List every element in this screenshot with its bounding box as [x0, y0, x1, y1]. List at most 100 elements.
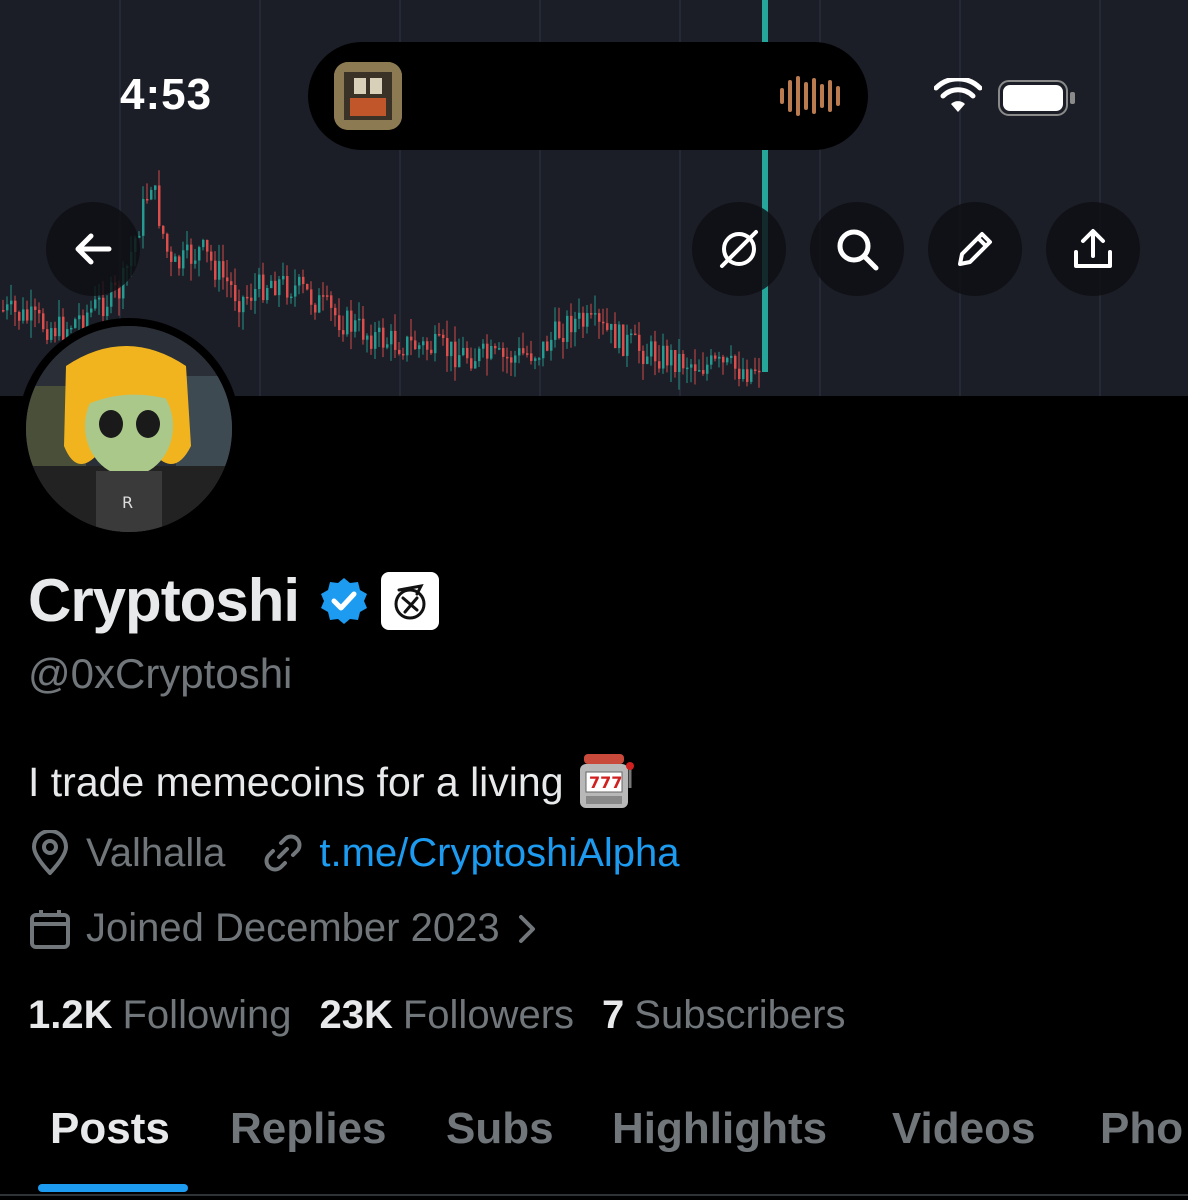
- profile-joined-row[interactable]: Joined December 2023: [28, 906, 538, 951]
- stat-following[interactable]: 1.2K Following: [28, 993, 291, 1038]
- tab-replies[interactable]: Replies: [230, 1104, 387, 1154]
- banner-candle-body: [378, 327, 381, 333]
- banner-candle-body: [34, 306, 37, 310]
- banner-candle-body: [314, 304, 317, 313]
- profile-name-row: Cryptoshi: [28, 566, 440, 635]
- banner-candle-body: [734, 355, 737, 369]
- banner-candle-body: [630, 333, 633, 336]
- stat-subscribers[interactable]: 7 Subscribers: [602, 993, 845, 1038]
- banner-candle-body: [14, 300, 17, 312]
- share-button[interactable]: [1046, 202, 1140, 296]
- grok-icon: [720, 230, 758, 268]
- profile-avatar[interactable]: R: [18, 318, 240, 540]
- banner-candle-body: [54, 328, 57, 337]
- tab-subs[interactable]: Subs: [446, 1104, 554, 1154]
- banner-candle-body: [10, 300, 13, 305]
- banner-candle-body: [466, 347, 469, 359]
- banner-candle-body: [538, 358, 541, 360]
- banner-candle-body: [590, 313, 593, 315]
- banner-candle-body: [582, 312, 585, 327]
- banner-candle-body: [750, 369, 753, 382]
- banner-candle-body: [434, 334, 437, 354]
- profile-location: Valhalla: [86, 830, 226, 875]
- affiliation-badge-icon[interactable]: [381, 571, 440, 630]
- banner-candle-body: [514, 355, 517, 363]
- banner-candle-body: [334, 307, 337, 316]
- banner-candle-body: [94, 299, 97, 309]
- banner-candle-body: [602, 321, 605, 324]
- banner-candle-body: [354, 320, 357, 332]
- banner-candle-body: [338, 315, 341, 331]
- banner-candle-body: [614, 324, 617, 349]
- banner-candle-body: [458, 355, 461, 368]
- banner-candle-body: [18, 311, 21, 321]
- stat-followers[interactable]: 23K Followers: [319, 993, 574, 1038]
- banner-candle-body: [218, 261, 221, 280]
- grok-button[interactable]: [692, 202, 786, 296]
- banner-candle-body: [670, 349, 673, 366]
- banner-candle-body: [306, 284, 309, 290]
- tab-highlights[interactable]: Highlights: [612, 1104, 827, 1154]
- banner-candle-body: [250, 297, 253, 301]
- banner-candle-body: [158, 185, 161, 226]
- banner-candle-body: [690, 364, 693, 368]
- banner-candle-body: [210, 251, 213, 261]
- arrow-left-icon: [75, 233, 112, 265]
- banner-candle-body: [494, 346, 497, 349]
- banner-candle-body: [258, 274, 261, 289]
- banner-candle-body: [330, 295, 333, 308]
- tab-posts[interactable]: Posts: [50, 1104, 170, 1154]
- tab-videos[interactable]: Videos: [892, 1104, 1035, 1154]
- banner-candle-body: [70, 327, 73, 330]
- search-button[interactable]: [810, 202, 904, 296]
- banner-candle-body: [726, 357, 729, 363]
- banner-candle-body: [394, 330, 397, 350]
- status-bar: 4:53: [0, 0, 1188, 150]
- profile-bio: I trade memecoins for a living 777: [28, 752, 636, 812]
- banner-candle-body: [346, 310, 349, 335]
- banner-candle-body: [298, 276, 301, 286]
- banner-candle-body: [706, 364, 709, 374]
- back-button[interactable]: [46, 202, 140, 296]
- banner-candle-body: [642, 350, 645, 364]
- bio-text: I trade memecoins for a living: [28, 758, 564, 805]
- banner-candle-body: [550, 339, 553, 351]
- dynamic-island[interactable]: [308, 42, 868, 150]
- banner-candle-body: [462, 347, 465, 356]
- banner-candle-body: [474, 361, 477, 369]
- verified-badge-icon[interactable]: [319, 576, 369, 626]
- banner-candle-body: [50, 328, 53, 340]
- banner-candle-body: [646, 356, 649, 364]
- banner-candle-body: [658, 361, 661, 369]
- tab-photos[interactable]: Pho: [1100, 1104, 1183, 1154]
- profile-link[interactable]: t.me/CryptoshiAlpha: [319, 831, 679, 876]
- banner-candle-body: [638, 334, 641, 351]
- banner-candle-body: [406, 336, 409, 356]
- profile-meta-location-link: Valhalla t.me/CryptoshiAlpha: [28, 830, 680, 876]
- audio-waveform-icon: [780, 76, 840, 116]
- now-playing-artwork: [334, 62, 402, 130]
- banner-candle-body: [410, 336, 413, 341]
- status-time: 4:53: [120, 70, 213, 119]
- banner-candle-body: [226, 277, 229, 282]
- banner-candle-body: [566, 315, 569, 342]
- banner-candle-body: [482, 343, 485, 349]
- banner-candle-body: [478, 348, 481, 362]
- edit-button[interactable]: [928, 202, 1022, 296]
- banner-candle-body: [254, 288, 257, 301]
- banner-candle-body: [190, 244, 193, 264]
- banner-candle-body: [454, 341, 457, 368]
- banner-candle-body: [234, 284, 237, 302]
- banner-candle-body: [606, 323, 609, 330]
- banner-candle-body: [698, 370, 701, 372]
- banner-candle-body: [530, 353, 533, 361]
- avatar-image: R: [26, 326, 232, 532]
- banner-candle-body: [414, 340, 417, 350]
- banner-candle-body: [98, 297, 101, 300]
- banner-candle-body: [150, 189, 153, 200]
- banner-candle-body: [558, 321, 561, 339]
- banner-candle-body: [542, 341, 545, 359]
- banner-candle-body: [418, 345, 421, 350]
- banner-candle-body: [390, 330, 393, 345]
- banner-candle-body: [230, 281, 233, 285]
